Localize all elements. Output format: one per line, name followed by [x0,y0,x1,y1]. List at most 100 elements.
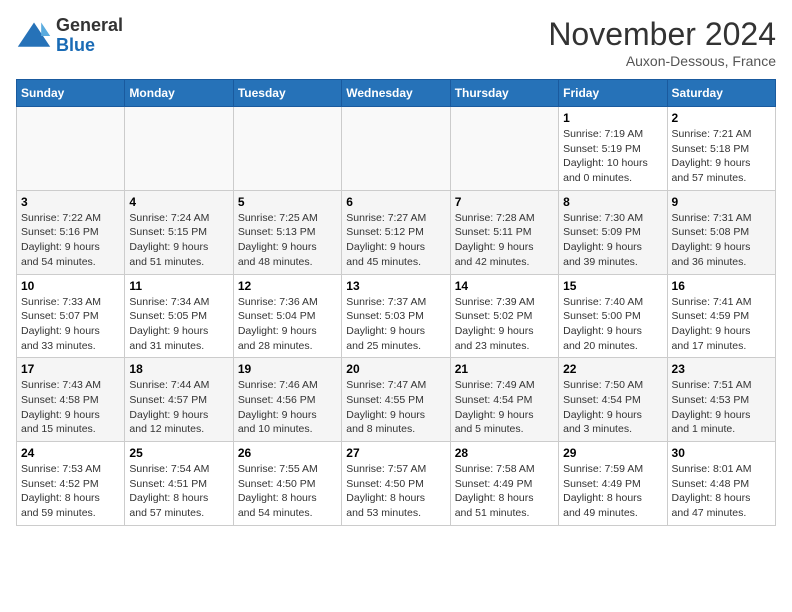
calendar-cell: 6 Sunrise: 7:27 AMSunset: 5:12 PMDaylight… [342,190,450,274]
day-info: Sunrise: 7:41 AMSunset: 4:59 PMDaylight:… [672,295,771,354]
day-info: Sunrise: 7:39 AMSunset: 5:02 PMDaylight:… [455,295,554,354]
day-info: Sunrise: 7:28 AMSunset: 5:11 PMDaylight:… [455,211,554,270]
calendar-cell: 14 Sunrise: 7:39 AMSunset: 5:02 PMDayligh… [450,274,558,358]
day-number: 3 [21,195,120,209]
day-info: Sunrise: 7:50 AMSunset: 4:54 PMDaylight:… [563,378,662,437]
day-info: Sunrise: 7:54 AMSunset: 4:51 PMDaylight:… [129,462,228,521]
calendar-cell: 30 Sunrise: 8:01 AMSunset: 4:48 PMDayligh… [667,442,775,526]
day-info: Sunrise: 7:47 AMSunset: 4:55 PMDaylight:… [346,378,445,437]
logo-text: General Blue [56,16,123,56]
day-info: Sunrise: 7:24 AMSunset: 5:15 PMDaylight:… [129,211,228,270]
week-row-1: 1 Sunrise: 7:19 AMSunset: 5:19 PMDaylight… [17,107,776,191]
day-number: 20 [346,362,445,376]
day-info: Sunrise: 7:57 AMSunset: 4:50 PMDaylight:… [346,462,445,521]
day-info: Sunrise: 7:40 AMSunset: 5:00 PMDaylight:… [563,295,662,354]
day-info: Sunrise: 7:25 AMSunset: 5:13 PMDaylight:… [238,211,337,270]
logo-general: General [56,15,123,35]
calendar-cell: 29 Sunrise: 7:59 AMSunset: 4:49 PMDayligh… [559,442,667,526]
day-number: 17 [21,362,120,376]
day-info: Sunrise: 7:19 AMSunset: 5:19 PMDaylight:… [563,127,662,186]
day-number: 22 [563,362,662,376]
weekday-header-wednesday: Wednesday [342,80,450,107]
day-number: 26 [238,446,337,460]
day-number: 19 [238,362,337,376]
day-info: Sunrise: 7:46 AMSunset: 4:56 PMDaylight:… [238,378,337,437]
calendar-cell: 4 Sunrise: 7:24 AMSunset: 5:15 PMDaylight… [125,190,233,274]
calendar-cell: 1 Sunrise: 7:19 AMSunset: 5:19 PMDaylight… [559,107,667,191]
title-block: November 2024 Auxon-Dessous, France [548,16,776,69]
calendar-cell: 20 Sunrise: 7:47 AMSunset: 4:55 PMDayligh… [342,358,450,442]
day-number: 7 [455,195,554,209]
calendar-cell: 13 Sunrise: 7:37 AMSunset: 5:03 PMDayligh… [342,274,450,358]
day-info: Sunrise: 7:37 AMSunset: 5:03 PMDaylight:… [346,295,445,354]
calendar-cell: 27 Sunrise: 7:57 AMSunset: 4:50 PMDayligh… [342,442,450,526]
calendar-cell: 12Sunrise: 7:36 AMSunset: 5:04 PMDayligh… [233,274,341,358]
day-number: 9 [672,195,771,209]
calendar-cell: 8 Sunrise: 7:30 AMSunset: 5:09 PMDaylight… [559,190,667,274]
day-number: 11 [129,279,228,293]
day-info: Sunrise: 7:51 AMSunset: 4:53 PMDaylight:… [672,378,771,437]
day-info: Sunrise: 7:59 AMSunset: 4:49 PMDaylight:… [563,462,662,521]
weekday-header-monday: Monday [125,80,233,107]
day-number: 13 [346,279,445,293]
day-number: 23 [672,362,771,376]
calendar-cell: 11 Sunrise: 7:34 AMSunset: 5:05 PMDayligh… [125,274,233,358]
day-info: Sunrise: 7:44 AMSunset: 4:57 PMDaylight:… [129,378,228,437]
calendar-cell [233,107,341,191]
day-number: 25 [129,446,228,460]
calendar-cell: 7 Sunrise: 7:28 AMSunset: 5:11 PMDaylight… [450,190,558,274]
week-row-2: 3 Sunrise: 7:22 AMSunset: 5:16 PMDaylight… [17,190,776,274]
calendar-cell [125,107,233,191]
day-number: 16 [672,279,771,293]
day-number: 18 [129,362,228,376]
day-number: 30 [672,446,771,460]
location: Auxon-Dessous, France [548,53,776,69]
weekday-header-saturday: Saturday [667,80,775,107]
day-info: Sunrise: 7:49 AMSunset: 4:54 PMDaylight:… [455,378,554,437]
day-info: Sunrise: 7:30 AMSunset: 5:09 PMDaylight:… [563,211,662,270]
day-info: Sunrise: 7:21 AMSunset: 5:18 PMDaylight:… [672,127,771,186]
calendar-cell: 17Sunrise: 7:43 AMSunset: 4:58 PMDayligh… [17,358,125,442]
calendar-cell: 19 Sunrise: 7:46 AMSunset: 4:56 PMDayligh… [233,358,341,442]
weekday-header-tuesday: Tuesday [233,80,341,107]
calendar-cell: 28Sunrise: 7:58 AMSunset: 4:49 PMDayligh… [450,442,558,526]
day-number: 27 [346,446,445,460]
day-info: Sunrise: 7:34 AMSunset: 5:05 PMDaylight:… [129,295,228,354]
calendar-cell: 24Sunrise: 7:53 AMSunset: 4:52 PMDayligh… [17,442,125,526]
week-row-5: 24Sunrise: 7:53 AMSunset: 4:52 PMDayligh… [17,442,776,526]
calendar-cell [450,107,558,191]
calendar-cell: 21 Sunrise: 7:49 AMSunset: 4:54 PMDayligh… [450,358,558,442]
day-number: 4 [129,195,228,209]
day-number: 8 [563,195,662,209]
day-number: 29 [563,446,662,460]
calendar-cell: 18 Sunrise: 7:44 AMSunset: 4:57 PMDayligh… [125,358,233,442]
day-number: 14 [455,279,554,293]
day-number: 21 [455,362,554,376]
calendar-cell: 16 Sunrise: 7:41 AMSunset: 4:59 PMDayligh… [667,274,775,358]
day-number: 6 [346,195,445,209]
week-row-3: 10Sunrise: 7:33 AMSunset: 5:07 PMDayligh… [17,274,776,358]
calendar-cell: 10Sunrise: 7:33 AMSunset: 5:07 PMDayligh… [17,274,125,358]
day-number: 12 [238,279,337,293]
day-info: Sunrise: 7:27 AMSunset: 5:12 PMDaylight:… [346,211,445,270]
calendar-cell [342,107,450,191]
weekday-header-sunday: Sunday [17,80,125,107]
day-number: 10 [21,279,120,293]
logo: General Blue [16,16,123,56]
week-row-4: 17Sunrise: 7:43 AMSunset: 4:58 PMDayligh… [17,358,776,442]
day-number: 2 [672,111,771,125]
day-number: 5 [238,195,337,209]
weekday-header-thursday: Thursday [450,80,558,107]
calendar-cell: 22 Sunrise: 7:50 AMSunset: 4:54 PMDayligh… [559,358,667,442]
day-number: 1 [563,111,662,125]
day-info: Sunrise: 7:22 AMSunset: 5:16 PMDaylight:… [21,211,120,270]
calendar-cell: 23 Sunrise: 7:51 AMSunset: 4:53 PMDayligh… [667,358,775,442]
page-header: General Blue November 2024 Auxon-Dessous… [16,16,776,69]
day-number: 28 [455,446,554,460]
calendar-cell: 5 Sunrise: 7:25 AMSunset: 5:13 PMDaylight… [233,190,341,274]
calendar-cell: 9Sunrise: 7:31 AMSunset: 5:08 PMDaylight… [667,190,775,274]
day-number: 24 [21,446,120,460]
weekday-header-row: SundayMondayTuesdayWednesdayThursdayFrid… [17,80,776,107]
day-info: Sunrise: 8:01 AMSunset: 4:48 PMDaylight:… [672,462,771,521]
logo-icon [16,18,52,54]
